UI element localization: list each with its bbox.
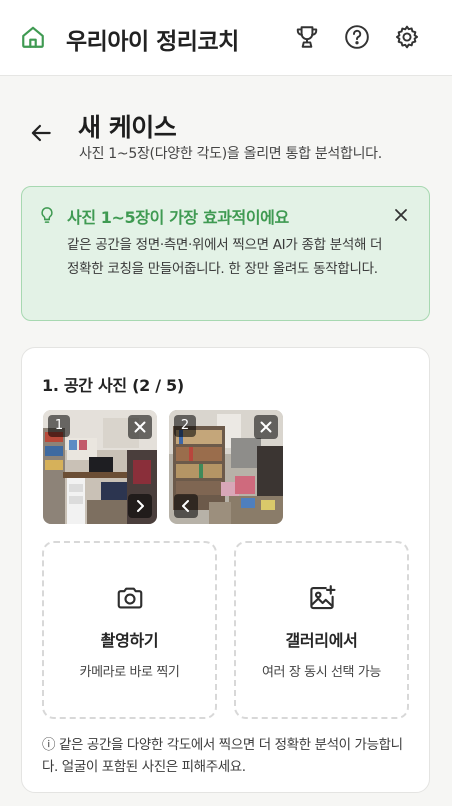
chevron-right-icon[interactable] — [128, 494, 152, 518]
photo-thumbnail[interactable]: 1 — [43, 410, 157, 524]
tip-body: 같은 공간을 정면·측면·위에서 찍으면 AI가 종합 분석해 더 정확한 코칭… — [67, 237, 383, 277]
app-header: 우리아이 정리코치 — [0, 0, 452, 76]
gallery-sublabel: 여러 장 동시 선택 가능 — [262, 665, 381, 680]
remove-photo-icon[interactable] — [254, 415, 278, 439]
home-icon[interactable] — [20, 24, 46, 50]
camera-label: 촬영하기 — [100, 631, 159, 650]
lightbulb-icon — [38, 206, 56, 224]
chevron-left-icon[interactable] — [174, 494, 198, 518]
page-title: 새 케이스 — [78, 113, 177, 142]
photo-thumbnail[interactable]: 2 — [169, 410, 283, 524]
remove-photo-icon[interactable] — [128, 415, 152, 439]
photo-index-badge: 2 — [174, 415, 196, 437]
camera-sublabel: 카메라로 바로 찍기 — [79, 665, 180, 680]
gallery-label: 갤러리에서 — [285, 631, 358, 650]
tip-banner: 사진 1~5장이 가장 효과적이에요 같은 공간을 정면·측면·위에서 찍으면 … — [21, 186, 430, 321]
page-subtitle: 사진 1~5장(다양한 각도)을 올리면 통합 분석합니다. — [79, 146, 382, 162]
image-plus-icon — [307, 583, 337, 613]
section-title: 1. 공간 사진 (2 / 5) — [42, 376, 184, 395]
app-title: 우리아이 정리코치 — [66, 29, 239, 55]
close-icon[interactable] — [393, 207, 409, 223]
photo-card: 1. 공간 사진 (2 / 5) 1 2 촬영하기 카메라로 바로 찍기 갤러리… — [21, 347, 430, 793]
photo-index-badge: 1 — [48, 415, 70, 437]
help-icon[interactable] — [344, 24, 370, 50]
back-arrow-icon[interactable] — [28, 120, 54, 146]
trophy-icon[interactable] — [294, 24, 320, 50]
gallery-upload-button[interactable]: 갤러리에서 여러 장 동시 선택 가능 — [234, 541, 409, 719]
camera-upload-button[interactable]: 촬영하기 카메라로 바로 찍기 — [42, 541, 217, 719]
camera-icon — [115, 583, 145, 613]
info-note: ⓘ 같은 공간을 다양한 각도에서 찍으면 더 정확한 분석이 가능합니다. 얼… — [42, 737, 403, 775]
gear-icon[interactable] — [394, 24, 420, 50]
tip-title: 사진 1~5장이 가장 효과적이에요 — [67, 208, 289, 227]
